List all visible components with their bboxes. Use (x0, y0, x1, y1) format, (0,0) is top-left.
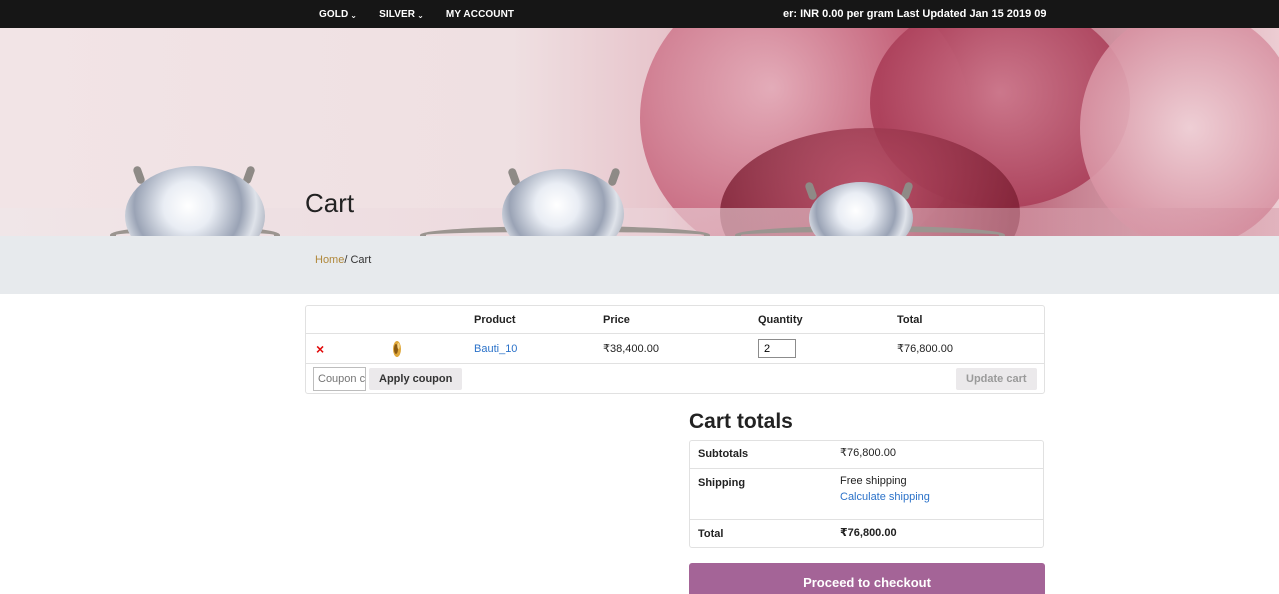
column-header-price: Price (603, 313, 630, 326)
cart-table: Product Price Quantity Total × Bauti_10 … (305, 305, 1045, 394)
nav-item-label: MY ACCOUNT (445, 8, 515, 20)
chevron-down-icon: ⌄ (350, 10, 358, 20)
diamond-ring-image (110, 158, 280, 236)
breadcrumb-bar: Home/ Cart (0, 236, 1279, 294)
top-bar: GOLD ⌄ SILVER ⌄ MY ACCOUNT er: INR 0.00 … (0, 0, 1279, 28)
column-header-product: Product (474, 313, 516, 326)
main-nav: GOLD ⌄ SILVER ⌄ MY ACCOUNT (319, 0, 536, 28)
breadcrumb-current: Cart (350, 254, 372, 266)
table-row: × Bauti_10 ₹38,400.00 ₹76,800.00 (306, 334, 1044, 364)
product-link[interactable]: Bauti_10 (474, 343, 517, 355)
breadcrumb: Home/ Cart (315, 254, 371, 266)
hero-banner: Cart (0, 28, 1279, 236)
shipping-row: Shipping Free shipping Calculate shippin… (690, 469, 1043, 520)
nav-item-gold[interactable]: GOLD ⌄ (319, 9, 357, 20)
total-row: Total ₹76,800.00 (690, 520, 1043, 548)
diamond-ring-image (420, 163, 710, 236)
breadcrumb-home-link[interactable]: Home (315, 254, 344, 266)
remove-item-icon[interactable]: × (316, 341, 324, 357)
cart-totals-title: Cart totals (689, 410, 793, 433)
item-price: ₹38,400.00 (603, 343, 659, 355)
apply-coupon-button[interactable]: Apply coupon (369, 368, 463, 390)
chevron-down-icon: ⌄ (417, 10, 424, 20)
subtotal-label: Subtotals (698, 448, 749, 460)
quantity-input[interactable] (758, 339, 796, 358)
subtotal-row: Subtotals ₹76,800.00 (690, 441, 1043, 469)
table-header-row: Product Price Quantity Total (306, 306, 1044, 334)
price-ticker-text: er: INR 0.00 per gram Last Updated Jan 1… (783, 8, 1046, 20)
diamond-ring-image (735, 178, 1005, 236)
nav-item-label: GOLD (319, 8, 349, 20)
price-ticker: er: INR 0.00 per gram Last Updated Jan 1… (783, 0, 1046, 28)
nav-item-silver[interactable]: SILVER ⌄ (379, 9, 424, 20)
shipping-value: Free shipping (840, 475, 907, 487)
update-cart-button[interactable]: Update cart (956, 368, 1037, 390)
cart-totals-table: Subtotals ₹76,800.00 Shipping Free shipp… (689, 440, 1044, 548)
column-header-quantity: Quantity (758, 313, 803, 326)
page-title: Cart (305, 188, 355, 218)
product-thumbnail[interactable] (390, 334, 404, 363)
cart-actions-row: Apply coupon Update cart (306, 364, 1044, 394)
subtotal-value: ₹76,800.00 (840, 447, 896, 459)
coupon-input[interactable] (313, 367, 366, 391)
proceed-to-checkout-button[interactable]: Proceed to checkout (689, 563, 1045, 594)
nav-item-my-account[interactable]: MY ACCOUNT (446, 9, 514, 20)
item-total: ₹76,800.00 (897, 343, 953, 355)
calculate-shipping-link[interactable]: Calculate shipping (840, 491, 930, 503)
nav-item-label: SILVER (379, 8, 416, 20)
rose-petal (1080, 28, 1279, 236)
total-label: Total (698, 528, 724, 540)
total-value: ₹76,800.00 (840, 527, 897, 539)
shipping-label: Shipping (698, 477, 746, 489)
earring-icon (393, 340, 401, 357)
column-header-total: Total (897, 313, 923, 326)
